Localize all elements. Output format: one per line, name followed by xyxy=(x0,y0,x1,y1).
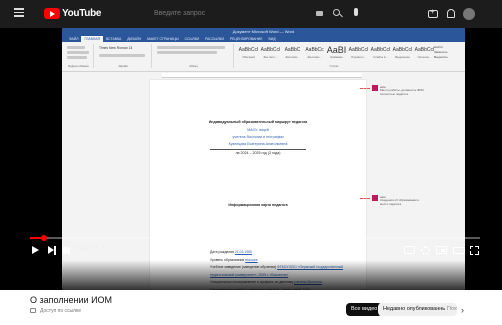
youtube-topbar: YouTube Введите запрос xyxy=(0,0,502,28)
document-page: Индивидуальный образовательный маршрут п… xyxy=(150,80,366,290)
comment-author-avatar xyxy=(372,85,378,91)
controls-gradient xyxy=(0,260,502,290)
document-field-value: 21.03.1985 xyxy=(234,250,252,254)
chevron-right-icon[interactable]: › xyxy=(461,305,464,315)
next-video-icon[interactable] xyxy=(48,246,56,255)
avatar[interactable] xyxy=(463,8,475,20)
link-access-icon xyxy=(30,308,36,313)
word-titlebar: Документ Microsoft Word — Word xyxy=(62,28,465,36)
ribbon-group-clipboard: Буфер обмена xyxy=(64,44,94,68)
chip-recently-uploaded[interactable]: Недавно опубликованные xyxy=(378,303,455,316)
video-visibility: Доступ по ссылке xyxy=(40,308,82,314)
theater-mode-icon[interactable] xyxy=(453,247,465,254)
ribbon-group-caption: Стили xyxy=(329,64,339,68)
video-title: О заполнении ИОМ xyxy=(30,295,113,305)
play-icon[interactable] xyxy=(32,246,39,254)
font-name-select[interactable]: Times New Roman xyxy=(99,46,128,50)
document-line-school: МАОУ лицей xyxy=(247,128,269,132)
youtube-play-logo-icon xyxy=(44,8,60,19)
chip-related[interactable]: Похожие xyxy=(445,303,457,316)
document-field-label: Дата рождения xyxy=(210,250,234,254)
subtitles-icon[interactable] xyxy=(404,246,415,254)
miniplayer-icon[interactable] xyxy=(436,246,447,254)
create-video-icon[interactable] xyxy=(428,7,438,18)
document-line-teacher-name: Кузнецова Екатерина Анатольевна xyxy=(228,142,288,146)
word-window-title: Документ Microsoft Word — Word xyxy=(232,29,295,34)
ribbon-group-styles: Стили xyxy=(236,44,432,68)
font-size-select[interactable]: 14 xyxy=(129,46,133,50)
menu-icon[interactable] xyxy=(14,8,24,17)
comment-1[interactable]: ним Место работы, должность ФИО полность… xyxy=(372,85,426,105)
document-heading: Индивидуальный образовательный маршрут п… xyxy=(208,120,308,124)
document-divider xyxy=(210,149,306,150)
ribbon-group-paragraph: Абзац xyxy=(154,44,234,68)
fullscreen-icon[interactable] xyxy=(469,245,480,256)
chip-all-videos[interactable]: Все видео xyxy=(346,303,383,316)
time-display: 0:23 / 16:43 xyxy=(76,245,108,251)
youtube-logo[interactable]: YouTube xyxy=(44,7,102,20)
search-input[interactable]: Введите запрос xyxy=(148,6,308,21)
comments-pane: ним Место работы, должность ФИО полность… xyxy=(368,80,426,290)
ribbon-group-caption: Буфер обмена xyxy=(68,64,89,68)
keyboard-icon[interactable] xyxy=(316,11,323,16)
document-section-title: Информационная карта педагога xyxy=(228,203,288,207)
comment-author-avatar xyxy=(372,195,378,201)
gear-icon[interactable] xyxy=(421,246,430,255)
volume-icon[interactable] xyxy=(63,245,70,256)
document-field-row: Дата рождения 21.03.1985 xyxy=(210,250,252,254)
comment-text: Место работы, должность ФИО полностью пе… xyxy=(380,88,424,96)
progress-bar[interactable] xyxy=(30,235,480,241)
progress-scrubber[interactable] xyxy=(40,235,47,241)
ribbon-group-caption: Шрифт xyxy=(118,64,129,68)
ribbon-group-editing: Найти Заменить Выделить xyxy=(434,45,464,60)
editing-command[interactable]: Выделить xyxy=(434,55,464,60)
search-icon[interactable] xyxy=(333,9,340,16)
comment-2[interactable]: ним Сведения об образовании и место педа… xyxy=(372,195,426,215)
microphone-icon[interactable] xyxy=(354,8,358,16)
document-year-line: на 2024 – 2025 год (3 года) xyxy=(235,151,281,155)
youtube-logo-text: YouTube xyxy=(62,8,102,19)
ribbon-group-caption: Абзац xyxy=(189,64,198,68)
ribbon-group-font: Times New Roman 14 Шрифт xyxy=(96,44,152,68)
notifications-bell-icon[interactable] xyxy=(447,9,455,18)
comment-text: Сведения об образовании и место педагога xyxy=(380,198,420,206)
word-ruler xyxy=(162,73,362,78)
word-ribbon: Буфер обмена Times New Roman 14 Шрифт Аб… xyxy=(62,42,465,72)
document-line-position: учитель биологии и географии xyxy=(232,135,284,139)
